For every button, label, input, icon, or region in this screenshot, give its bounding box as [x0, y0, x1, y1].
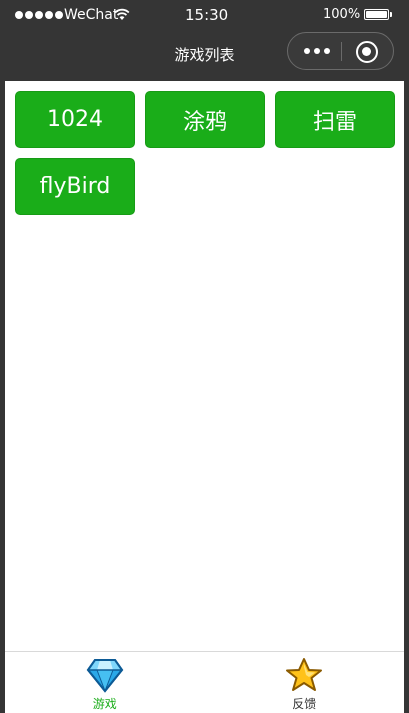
wifi-icon [114, 8, 130, 20]
tab-bar: 游戏 反馈 [5, 651, 404, 713]
diamond-icon [86, 659, 124, 693]
game-button-flybird[interactable]: flyBird [15, 158, 135, 215]
battery-percentage: 100% [323, 7, 361, 22]
phone-frame: WeChat 15:30 100% 游戏列表 1024 涂鸦 扫雷 flyBir… [0, 0, 409, 713]
mini-program-capsule [287, 32, 394, 70]
game-button-1024[interactable]: 1024 [15, 91, 135, 148]
more-menu-button[interactable] [304, 48, 330, 54]
game-button-doodle[interactable]: 涂鸦 [145, 91, 265, 148]
navigation-bar: 游戏列表 [0, 32, 409, 80]
status-bar: WeChat 15:30 100% [0, 0, 409, 32]
tab-feedback[interactable]: 反馈 [205, 652, 405, 713]
close-mini-program-button[interactable] [356, 41, 378, 63]
carrier-name: WeChat [64, 7, 119, 23]
main-content: 1024 涂鸦 扫雷 flyBird [5, 81, 404, 651]
tab-games-label: 游戏 [92, 697, 117, 711]
tab-feedback-label: 反馈 [292, 697, 317, 711]
star-icon [286, 658, 323, 691]
game-list: 1024 涂鸦 扫雷 flyBird [15, 91, 395, 215]
battery-icon [364, 9, 392, 20]
signal-strength-icon [15, 11, 63, 19]
tab-games[interactable]: 游戏 [5, 652, 205, 713]
clock-time: 15:30 [185, 6, 229, 24]
capsule-divider [341, 42, 342, 61]
game-button-minesweeper[interactable]: 扫雷 [275, 91, 395, 148]
